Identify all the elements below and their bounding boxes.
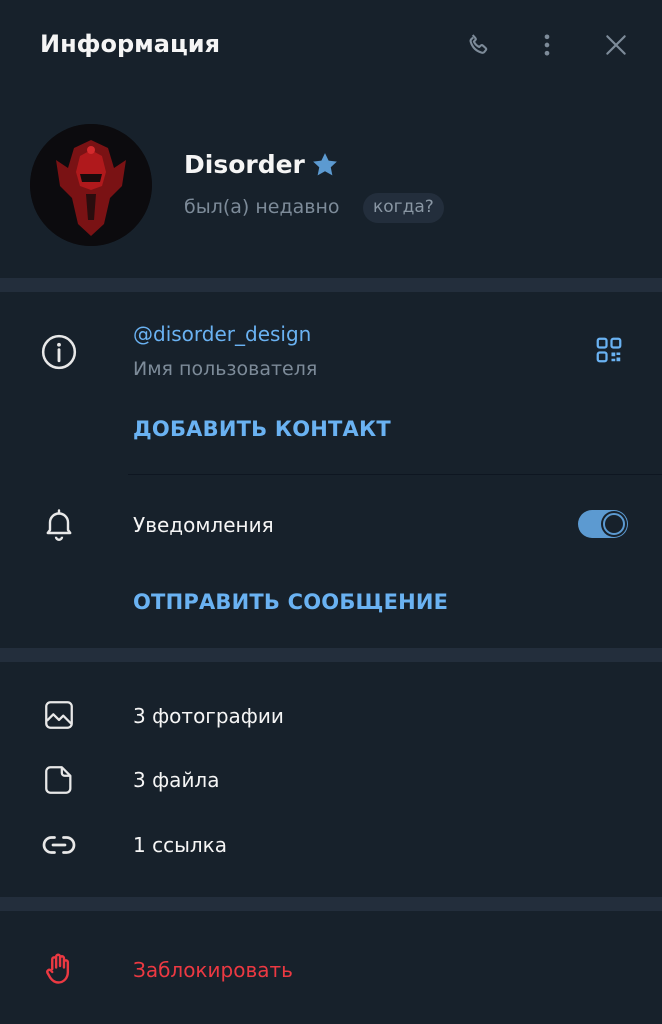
more-button[interactable] [530,28,564,62]
photo-icon [40,696,78,734]
username-link[interactable]: @disorder_design [133,322,311,346]
qr-code-icon [596,337,622,363]
toggle-knob [601,511,627,537]
profile-section: Disorder был(а) недавно когда? [0,94,662,278]
last-seen-status: был(а) недавно [184,196,340,218]
premium-star-icon [313,153,337,176]
more-vertical-icon [544,34,550,56]
close-icon [606,35,626,55]
phone-icon [469,34,488,54]
info-icon [40,333,78,371]
media-files-item[interactable]: 3 файла [133,768,219,792]
divider [128,474,662,475]
file-icon [40,761,78,799]
close-button[interactable] [599,28,633,62]
section-separator [0,897,662,911]
block-hand-icon [40,950,78,988]
send-message-button[interactable]: ОТПРАВИТЬ СООБЩЕНИЕ [133,590,448,614]
media-links-item[interactable]: 1 ссылка [133,833,227,857]
qr-code-button[interactable] [590,331,628,369]
header: Информация [0,0,662,94]
section-separator [0,648,662,662]
section-separator [0,278,662,292]
avatar[interactable] [30,124,152,246]
bell-icon [40,505,78,543]
avatar-image [30,124,152,246]
when-button[interactable]: когда? [363,193,444,223]
username-caption: Имя пользователя [133,358,318,380]
notifications-toggle[interactable] [578,510,628,538]
page-title: Информация [40,30,220,58]
media-photos-item[interactable]: 3 фотографии [133,704,284,728]
link-icon [40,826,78,864]
add-contact-button[interactable]: ДОБАВИТЬ КОНТАКТ [133,417,391,441]
block-user-button[interactable]: Заблокировать [133,958,293,982]
call-button[interactable] [462,28,496,62]
notifications-label: Уведомления [133,513,274,537]
profile-name: Disorder [184,150,305,179]
